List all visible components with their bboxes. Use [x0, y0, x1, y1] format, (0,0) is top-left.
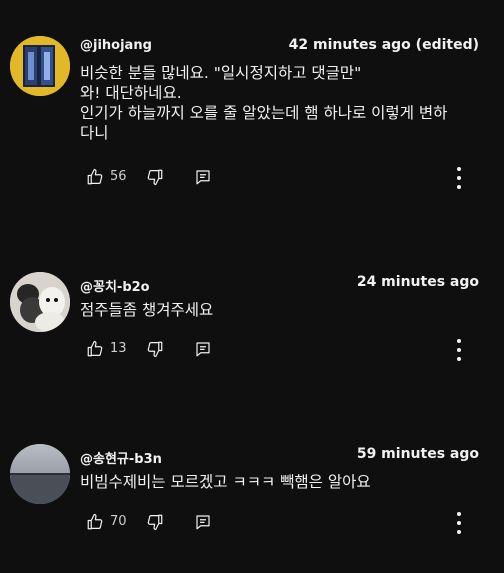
- avatar-image: [10, 272, 70, 332]
- comment-author[interactable]: @송현규-b3n: [80, 448, 162, 467]
- avatar[interactable]: [10, 272, 70, 332]
- thumbs-down-icon[interactable]: [146, 168, 164, 186]
- comment-author[interactable]: @꽁치-b2o: [80, 276, 150, 295]
- avatar[interactable]: [10, 444, 70, 504]
- comment-text-line: 다니: [80, 124, 109, 142]
- avatar-image: [10, 36, 70, 96]
- comment-text-line: 인기가 하늘까지 오를 줄 알았는데 햄 하나로 이렇게 변하: [80, 104, 448, 122]
- avatar[interactable]: [10, 36, 70, 96]
- more-vert-icon[interactable]: [454, 167, 464, 189]
- comment-text-line: 와! 대단하네요.: [80, 84, 182, 102]
- comment-timestamp[interactable]: 59 minutes ago: [357, 446, 479, 462]
- comment-text-line: 비빔수제비는 모르겠고 ㅋㅋㅋ 빽햄은 알아요: [80, 473, 371, 491]
- comment-timestamp[interactable]: 24 minutes ago: [357, 274, 479, 290]
- thumbs-up-icon[interactable]: [86, 513, 104, 531]
- thumbs-up-icon[interactable]: [86, 340, 104, 358]
- comment-author[interactable]: @jihojang: [80, 38, 152, 53]
- reply-icon[interactable]: [194, 513, 212, 531]
- avatar-image: [10, 444, 70, 504]
- comment-actions: 70: [86, 513, 486, 533]
- comment-text: 점주들좀 챙겨주세요: [80, 300, 485, 320]
- thumbs-down-icon[interactable]: [146, 340, 164, 358]
- like-count: 56: [110, 169, 127, 184]
- thumbs-down-icon[interactable]: [146, 513, 164, 531]
- comment-actions: 13: [86, 340, 486, 360]
- more-vert-icon[interactable]: [454, 339, 464, 361]
- comment-actions: 56: [86, 168, 486, 188]
- more-vert-icon[interactable]: [454, 512, 464, 534]
- comment-text-line: 점주들좀 챙겨주세요: [80, 301, 214, 319]
- reply-icon[interactable]: [194, 168, 212, 186]
- comment-text: 비빔수제비는 모르겠고 ㅋㅋㅋ 빽햄은 알아요: [80, 472, 485, 492]
- comment-text: 비슷한 분들 많네요. "일시정지하고 댓글만" 와! 대단하네요. 인기가 하…: [80, 63, 485, 143]
- thumbs-up-icon[interactable]: [86, 168, 104, 186]
- reply-icon[interactable]: [194, 340, 212, 358]
- like-count: 70: [110, 514, 127, 529]
- comment-text-line: 비슷한 분들 많네요. "일시정지하고 댓글만": [80, 64, 362, 82]
- comment-timestamp[interactable]: 42 minutes ago (edited): [289, 37, 479, 53]
- like-count: 13: [110, 341, 127, 356]
